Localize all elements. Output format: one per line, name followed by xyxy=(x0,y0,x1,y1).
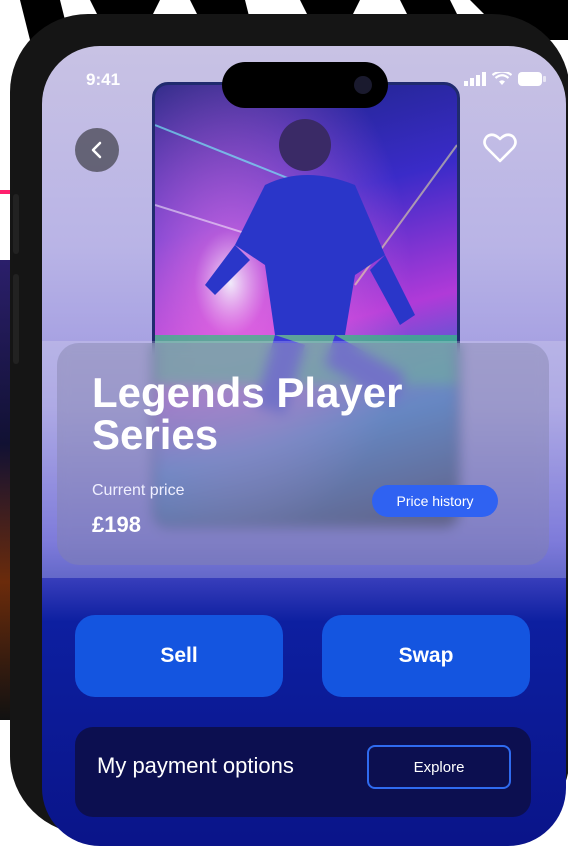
battery-icon xyxy=(518,72,546,86)
dynamic-island xyxy=(222,62,388,108)
wifi-icon xyxy=(492,72,512,85)
heart-icon[interactable] xyxy=(482,130,518,166)
app-screen: 9:41 Legends Player Series Current price… xyxy=(42,46,566,846)
explore-button[interactable]: Explore xyxy=(367,745,511,789)
payment-options-card: My payment options Explore xyxy=(75,727,531,817)
status-time: 9:41 xyxy=(86,70,121,89)
price-value: £198 xyxy=(92,512,141,537)
chevron-left-icon xyxy=(91,141,102,159)
swap-button[interactable]: Swap xyxy=(322,615,530,697)
product-title: Legends Player Series xyxy=(92,369,403,458)
payment-options-title: My payment options xyxy=(97,753,294,778)
phone-side-button xyxy=(13,274,19,364)
price-label: Current price xyxy=(92,482,185,499)
status-icons xyxy=(464,72,546,86)
phone-frame: 9:41 Legends Player Series Current price… xyxy=(10,14,568,846)
phone-side-button xyxy=(13,194,19,254)
sell-button[interactable]: Sell xyxy=(75,615,283,697)
back-button[interactable] xyxy=(75,128,119,172)
price-history-button[interactable]: Price history xyxy=(372,485,498,517)
signal-icon xyxy=(464,72,486,86)
camera-icon xyxy=(354,76,372,94)
